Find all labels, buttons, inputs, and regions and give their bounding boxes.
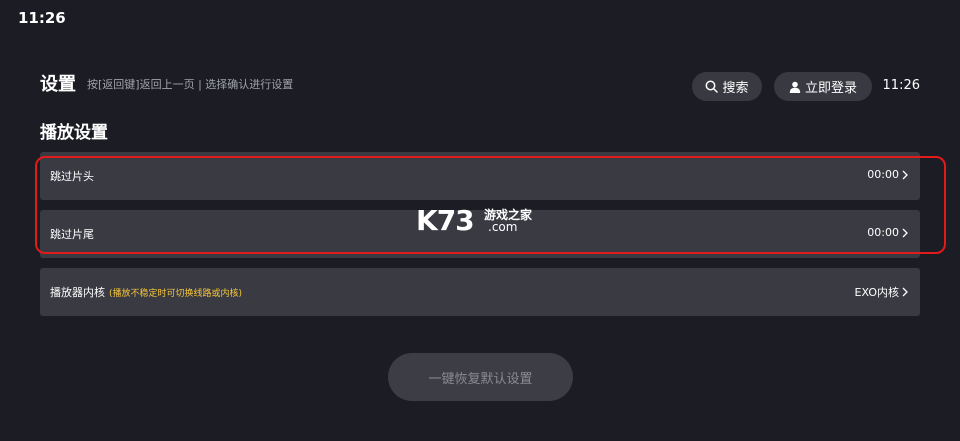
search-icon xyxy=(706,80,719,93)
chevron-right-icon xyxy=(902,170,908,179)
row-value: EXO内核 xyxy=(855,284,908,300)
search-button-label: 搜索 xyxy=(722,81,749,96)
reset-defaults-button[interactable]: 一键恢复默认设置 xyxy=(388,353,573,401)
row-note: (播放不稳定时可切换线路或内核) xyxy=(109,289,243,299)
row-label: 跳过片尾 xyxy=(50,228,94,241)
settings-row-skip-intro[interactable]: 跳过片头 00:00 xyxy=(40,152,920,200)
watermark-domain: .com xyxy=(488,220,518,234)
page-title: 设置 xyxy=(40,74,76,95)
login-button[interactable]: 立即登录 xyxy=(774,72,872,101)
search-button[interactable]: 搜索 xyxy=(692,72,762,101)
chevron-right-icon xyxy=(902,228,908,237)
header: 设置 按[返回键]返回上一页 | 选择确认进行设置 搜索 立即登录 11:26 xyxy=(40,72,920,101)
login-button-label: 立即登录 xyxy=(804,81,857,96)
row-value: 00:00 xyxy=(867,168,908,181)
row-value: 00:00 xyxy=(867,226,908,239)
row-value-text: 00:00 xyxy=(867,226,899,239)
watermark-logo-text: K73 xyxy=(416,204,475,237)
section-title: 播放设置 xyxy=(40,123,108,143)
header-clock: 11:26 xyxy=(882,78,920,93)
row-value-text: EXO内核 xyxy=(854,286,899,299)
page-hint: 按[返回键]返回上一页 | 选择确认进行设置 xyxy=(87,78,294,91)
user-icon xyxy=(789,81,801,93)
settings-row-player-core[interactable]: 播放器内核 (播放不稳定时可切换线路或内核) EXO内核 xyxy=(40,268,920,316)
row-label: 跳过片头 xyxy=(50,170,94,183)
chevron-right-icon xyxy=(902,287,908,297)
row-label: 播放器内核 (播放不稳定时可切换线路或内核) xyxy=(50,284,242,300)
row-value-text: 00:00 xyxy=(867,168,899,181)
watermark-logo: K73 游戏之家 .com xyxy=(416,204,546,238)
row-label-text: 播放器内核 xyxy=(50,286,105,299)
status-bar-time: 11:26 xyxy=(18,9,66,27)
